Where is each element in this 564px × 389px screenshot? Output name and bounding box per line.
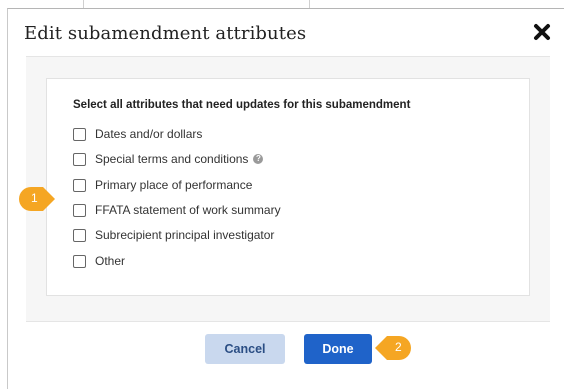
checkbox[interactable]: [73, 203, 86, 217]
top-divider-tick: [309, 0, 310, 8]
option-label: FFATA statement of work summary: [95, 203, 281, 217]
option-label: Other: [95, 254, 126, 268]
cancel-button[interactable]: Cancel: [205, 334, 285, 364]
callout-2-badge: 2: [374, 335, 412, 361]
attributes-heading: Select all attributes that need updates …: [73, 99, 411, 111]
checkbox[interactable]: [73, 254, 86, 268]
close-icon[interactable]: [532, 22, 552, 42]
option-subrecipient-pi[interactable]: Subrecipient principal investigator: [73, 226, 274, 244]
dialog-body: Select all attributes that need updates …: [26, 56, 550, 322]
callout-number: 1: [31, 191, 38, 205]
callout-number: 2: [395, 340, 402, 354]
attributes-card: Select all attributes that need updates …: [46, 78, 530, 296]
option-label: Dates and/or dollars: [95, 127, 203, 141]
checkbox[interactable]: [73, 178, 86, 192]
option-dates-and-dollars[interactable]: Dates and/or dollars: [73, 125, 202, 143]
callout-1-badge: 1: [18, 186, 56, 212]
checkbox[interactable]: [73, 228, 86, 242]
dialog-title: Edit subamendment attributes: [24, 23, 307, 44]
question-circle-icon[interactable]: ?: [253, 154, 264, 164]
checkbox[interactable]: [73, 152, 86, 166]
done-button[interactable]: Done: [304, 334, 372, 364]
top-divider-tick: [83, 0, 84, 8]
option-primary-place[interactable]: Primary place of performance: [73, 176, 252, 194]
option-other[interactable]: Other: [73, 252, 125, 270]
checkbox[interactable]: [73, 127, 86, 141]
option-label: Primary place of performance: [95, 178, 253, 192]
option-label: Subrecipient principal investigator: [95, 228, 275, 242]
option-label: Special terms and conditions: [95, 152, 249, 166]
edit-subamendment-dialog: Edit subamendment attributes Select all …: [7, 8, 564, 389]
option-special-terms[interactable]: Special terms and conditions ?: [73, 150, 264, 168]
option-ffata-statement[interactable]: FFATA statement of work summary: [73, 201, 281, 219]
